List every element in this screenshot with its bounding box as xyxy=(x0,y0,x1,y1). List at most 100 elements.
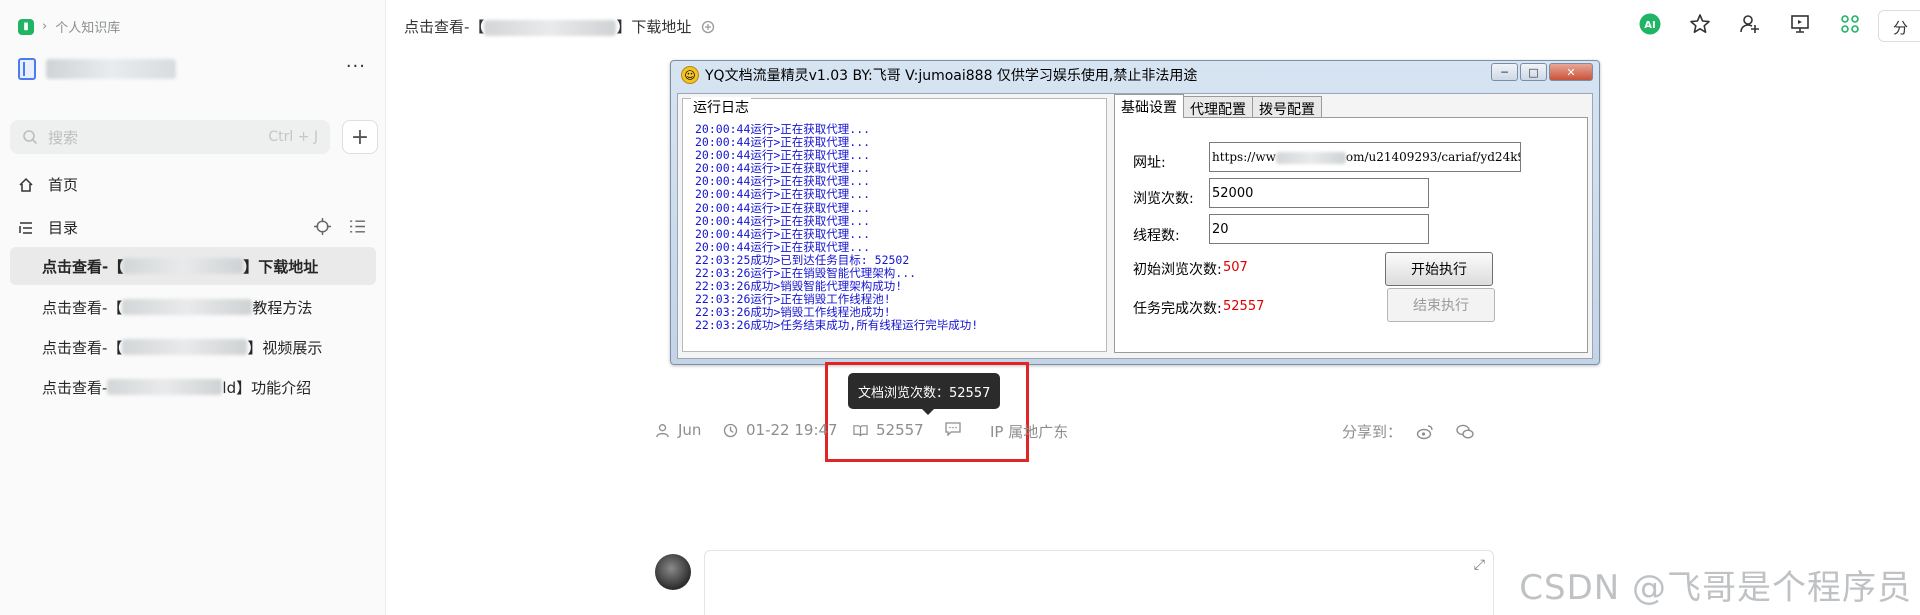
author-name: Jun xyxy=(678,421,702,439)
knowledge-base-header[interactable]: ··· xyxy=(18,56,368,82)
doc-item-prefix: 点击查看-【 xyxy=(42,257,124,276)
run-log-line: 20:00:44运行>正在获取代理... xyxy=(695,226,871,241)
chevron-right-icon: › xyxy=(42,19,48,34)
breadcrumb[interactable]: ▮ › 个人知识库 xyxy=(18,17,120,36)
search-shortcut: Ctrl + J xyxy=(268,129,318,145)
run-log-label: 运行日志 xyxy=(691,97,751,117)
doc-status-icon[interactable] xyxy=(701,20,715,34)
doc-item[interactable]: 点击查看-【 】视频展示 xyxy=(10,328,376,366)
more-options-icon[interactable]: ··· xyxy=(346,56,366,77)
search-input[interactable]: 搜索 Ctrl + J xyxy=(10,120,330,154)
tab-proxy-config: 代理配置 xyxy=(1183,96,1253,118)
minimize-icon: ─ xyxy=(1491,63,1518,81)
comment-icon xyxy=(945,422,961,436)
sidebar: ▮ › 个人知识库 ··· 搜索 Ctrl + J + 首页 目录 点击查看-【… xyxy=(0,0,386,615)
redacted-text xyxy=(122,339,248,355)
meta-date: 01-22 19:47 xyxy=(723,421,838,439)
redacted-text xyxy=(107,379,223,395)
window-controls: ─ □ ✕ xyxy=(1491,63,1593,81)
url-label: 网址: xyxy=(1133,155,1166,171)
wechat-icon[interactable] xyxy=(1456,424,1474,440)
run-log-line: 20:00:44运行>正在获取代理... xyxy=(695,239,871,254)
run-log-panel: 运行日志 20:00:44运行>正在获取代理... 20:00:44运行>正在获取… xyxy=(682,97,1107,352)
document-title: 点击查看-【 】下载地址 xyxy=(404,16,715,37)
toc-icon xyxy=(19,221,32,234)
initial-views-value: 507 xyxy=(1223,260,1248,275)
tab-basic-settings: 基础设置 xyxy=(1114,94,1184,118)
knowledge-base-logo-icon: ▮ xyxy=(18,18,34,35)
doc-item-suffix: 】下载地址 xyxy=(243,257,319,276)
share-button[interactable]: 分 xyxy=(1878,10,1920,42)
document-title-prefix: 点击查看-【 xyxy=(404,18,485,36)
url-field: https://ww om/u21409293/cariaf/yd24k9316m… xyxy=(1209,142,1521,172)
nav-home[interactable]: 首页 xyxy=(18,174,78,195)
locate-icon[interactable] xyxy=(314,218,331,235)
meta-ip-location: IP 属地广东 xyxy=(990,421,1068,442)
stop-button: 结束执行 xyxy=(1387,288,1495,322)
app-window-body: 运行日志 20:00:44运行>正在获取代理... 20:00:44运行>正在获取… xyxy=(677,93,1593,359)
threads-field: 20 xyxy=(1209,214,1429,244)
tab-dial-config: 拨号配置 xyxy=(1252,96,1322,118)
annotation-highlight-box xyxy=(825,362,1029,462)
weibo-icon[interactable] xyxy=(1416,424,1434,440)
top-toolbar: AI xyxy=(1638,12,1862,36)
url-value-right: om/u21409293/cariaf/yd24k9316m6ovo0z xyxy=(1345,150,1520,164)
book-icon xyxy=(18,58,36,80)
comment-input[interactable]: ⤢ xyxy=(704,550,1494,615)
star-icon[interactable] xyxy=(1688,12,1712,36)
run-log-line: 20:00:44运行>正在获取代理... xyxy=(695,213,871,228)
book-open-icon xyxy=(853,424,868,436)
share-label: 分享到： xyxy=(1342,423,1403,441)
watermark: CSDN @飞哥是个程序员 xyxy=(1519,568,1912,608)
expand-icon[interactable]: ⤢ xyxy=(1474,557,1485,573)
ai-assistant-icon[interactable]: AI xyxy=(1638,12,1662,36)
document-title-suffix: 】下载地址 xyxy=(616,18,692,36)
doc-item[interactable]: 点击查看-【 教程方法 xyxy=(10,288,376,326)
run-log-line: 20:00:44运行>正在获取代理... xyxy=(695,200,871,215)
meta-author[interactable]: Jun xyxy=(655,421,701,439)
user-icon xyxy=(656,423,669,437)
doc-item-prefix: 点击查看- xyxy=(42,378,108,397)
meta-comments[interactable] xyxy=(945,421,961,436)
present-icon[interactable] xyxy=(1788,12,1812,36)
nav-toc-label: 目录 xyxy=(48,219,79,237)
app-window-title: YQ文档流量精灵v1.03 BY:飞哥 V:jumoai888 仅供学习娱乐使用… xyxy=(705,68,1198,84)
initial-views-label: 初始浏览次数: xyxy=(1133,262,1222,278)
nav-toc[interactable]: 目录 xyxy=(18,217,78,238)
task-done-value: 52557 xyxy=(1223,299,1265,314)
doc-item[interactable]: 点击查看- ld】功能介绍 xyxy=(10,368,376,406)
collapse-list-icon[interactable] xyxy=(349,218,366,235)
ip-location: IP 属地广东 xyxy=(990,423,1069,441)
publish-date: 01-22 19:47 xyxy=(746,421,838,439)
add-button[interactable]: + xyxy=(342,120,378,154)
run-log-line: 22:03:26成功>任务结束成功,所有线程运行完毕成功! xyxy=(695,318,979,333)
redacted-text xyxy=(122,299,253,315)
maximize-icon: □ xyxy=(1520,63,1547,81)
views-count: 52557 xyxy=(876,421,924,439)
add-member-icon[interactable] xyxy=(1738,12,1762,36)
meta-share: 分享到： xyxy=(1342,421,1474,442)
views-label: 浏览次数: xyxy=(1133,191,1194,207)
redacted-text xyxy=(1275,151,1346,164)
apps-grid-icon[interactable] xyxy=(1838,12,1862,36)
task-done-label: 任务完成次数: xyxy=(1133,301,1222,317)
redacted-text xyxy=(484,19,617,36)
search-icon xyxy=(23,130,38,145)
settings-tabs: 基础设置 代理配置 拨号配置 xyxy=(1114,94,1322,118)
svg-text:AI: AI xyxy=(1644,20,1655,31)
start-button: 开始执行 xyxy=(1385,252,1493,286)
threads-label: 线程数: xyxy=(1133,228,1180,244)
doc-item-prefix: 点击查看-【 xyxy=(42,338,123,357)
search-placeholder: 搜索 xyxy=(48,128,79,147)
smiley-icon: ☺ xyxy=(681,66,699,84)
doc-item-suffix: ld】功能介绍 xyxy=(222,378,312,397)
doc-item-suffix: 教程方法 xyxy=(252,298,313,317)
knowledge-base-name-redacted xyxy=(46,59,176,79)
app-window-titlebar: ☺ YQ文档流量精灵v1.03 BY:飞哥 V:jumoai888 仅供学习娱乐… xyxy=(681,65,1197,85)
meta-views: 52557 xyxy=(853,421,924,439)
doc-item[interactable]: 点击查看-【 】下载地址 xyxy=(10,247,376,285)
app-window-screenshot: ☺ YQ文档流量精灵v1.03 BY:飞哥 V:jumoai888 仅供学习娱乐… xyxy=(670,60,1600,365)
url-value-left: https://ww xyxy=(1212,150,1276,164)
close-icon: ✕ xyxy=(1549,63,1593,81)
avatar xyxy=(655,554,691,590)
